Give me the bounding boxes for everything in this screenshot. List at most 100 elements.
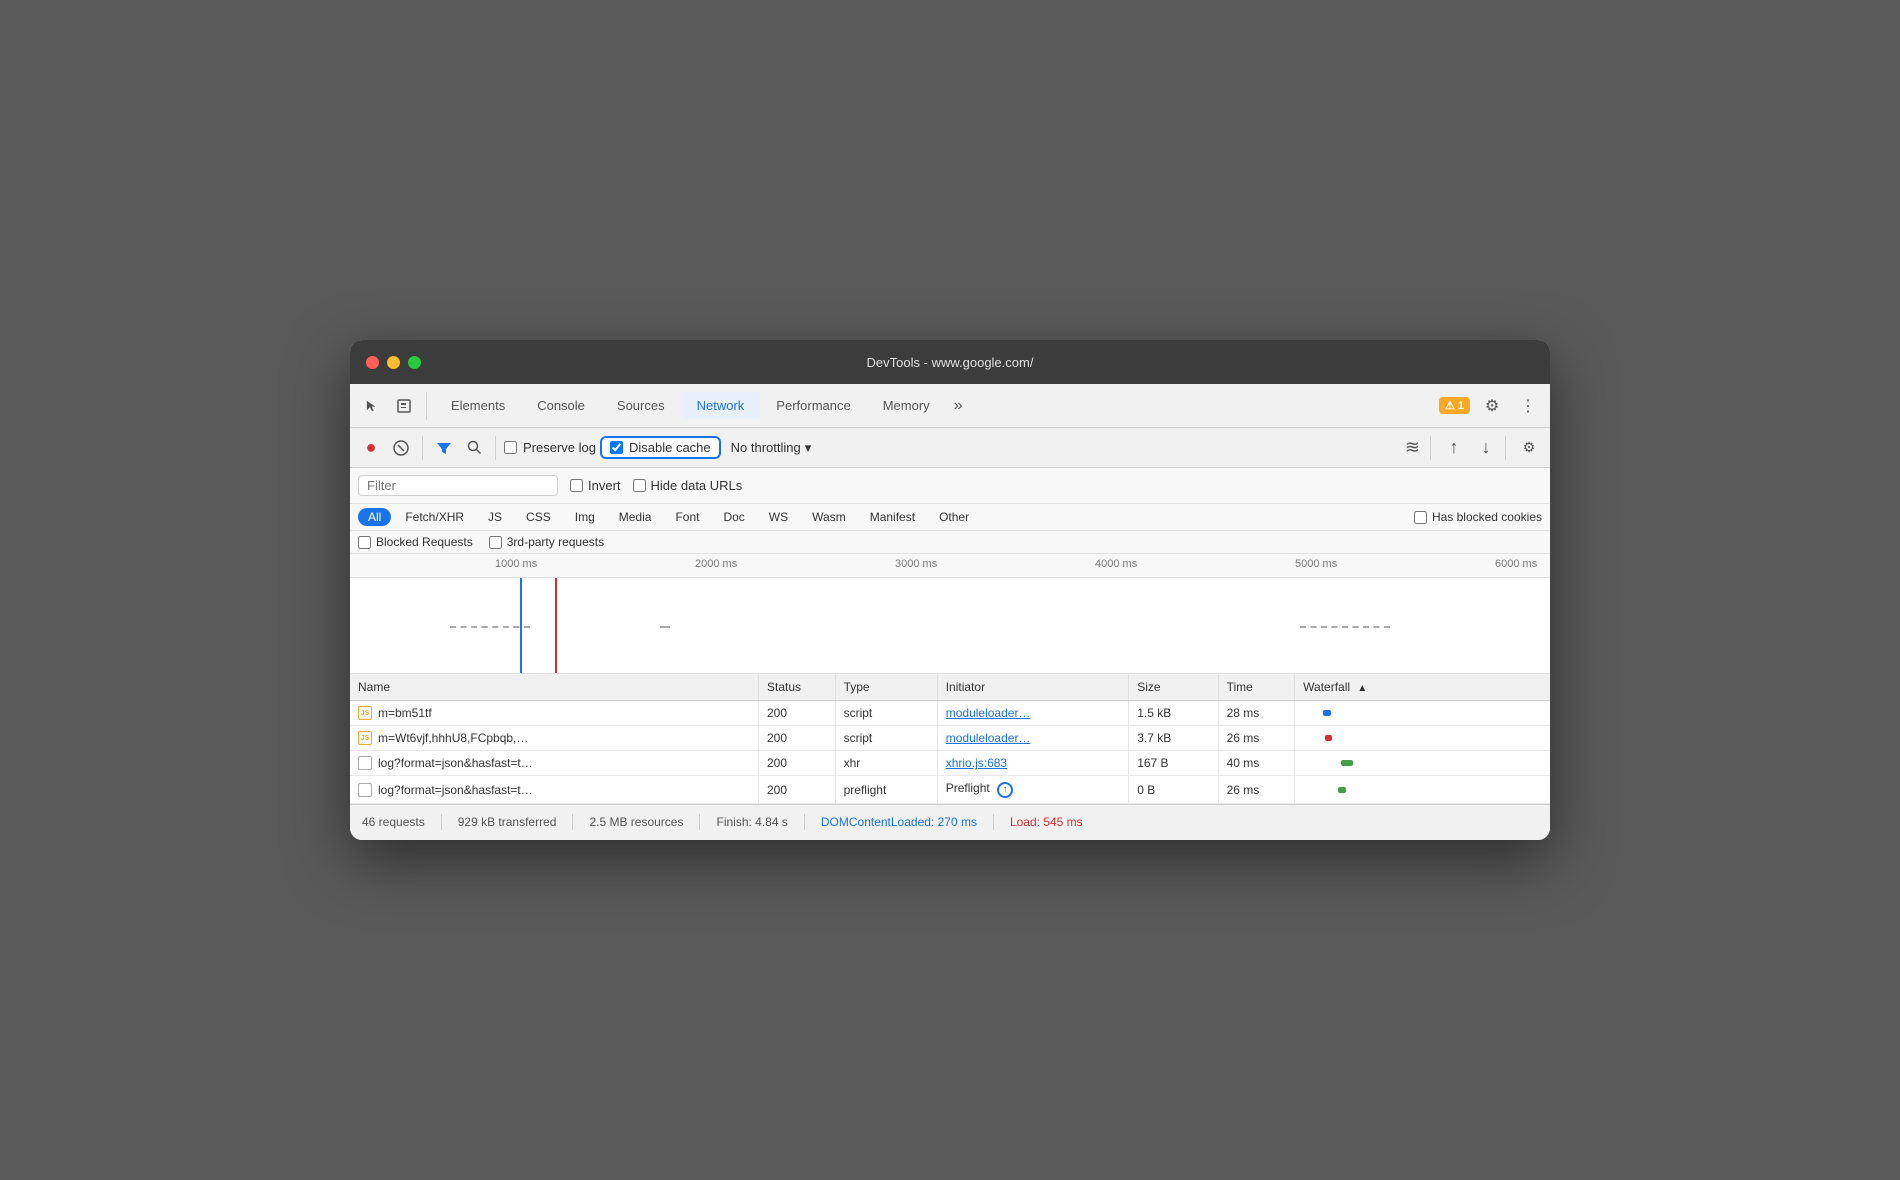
wifi-icon: ≋ [1405,437,1420,458]
badge-icon: ⚠ [1445,399,1455,412]
waterfall-bar-1 [1323,710,1331,716]
tabs-more-button[interactable]: » [946,393,971,419]
col-status[interactable]: Status [759,674,836,701]
resources-size: 2.5 MB resources [589,815,683,829]
type-filter-img[interactable]: Img [565,508,605,526]
row2-initiator-link[interactable]: moduleloader… [946,731,1031,745]
xhr-icon-2 [358,783,372,797]
row2-type: script [835,726,937,751]
export-har-button[interactable]: ↓ [1473,435,1499,461]
warning-badge[interactable]: ⚠ 1 [1439,397,1470,414]
record-button[interactable]: ● [358,435,384,461]
row4-status: 200 [759,776,836,804]
pointer-icon[interactable] [358,392,386,420]
filter-icon[interactable] [431,435,457,461]
timeline-dashed-2 [660,626,670,628]
row4-time: 26 ms [1218,776,1295,804]
preserve-log-checkbox[interactable] [504,441,517,454]
row1-waterfall [1295,701,1550,726]
row1-initiator-link[interactable]: moduleloader… [946,706,1031,720]
load-line [555,578,557,674]
has-blocked-cookies-toggle[interactable]: Has blocked cookies [1414,510,1542,524]
type-filter-fetch-xhr[interactable]: Fetch/XHR [395,508,474,526]
row1-size: 1.5 kB [1129,701,1218,726]
tab-console[interactable]: Console [521,392,601,419]
waterfall-sort-arrow: ▲ [1357,683,1367,694]
has-blocked-cookies-label: Has blocked cookies [1432,510,1542,524]
transferred-size: 929 kB transferred [458,815,557,829]
row1-type: script [835,701,937,726]
type-filter-ws[interactable]: WS [759,508,798,526]
badge-count: 1 [1458,400,1464,412]
table-row[interactable]: JS m=bm51tf 200 script moduleloader… 1.5… [350,701,1550,726]
table-row[interactable]: log?format=json&hasfast=t… 200 preflight… [350,776,1550,804]
hide-data-urls-checkbox[interactable] [633,479,646,492]
close-button[interactable] [366,356,379,369]
table-row[interactable]: log?format=json&hasfast=t… 200 xhr xhrio… [350,751,1550,776]
row4-size: 0 B [1129,776,1218,804]
row4-initiator: Preflight ↑ [937,776,1128,804]
network-settings-icon[interactable]: ⚙ [1516,435,1542,461]
import-har-button[interactable]: ↑ [1441,435,1467,461]
throttle-dropdown[interactable]: No throttling ▾ [725,438,818,458]
maximize-button[interactable] [408,356,421,369]
more-options-icon[interactable]: ⋮ [1514,392,1542,420]
col-size[interactable]: Size [1129,674,1218,701]
disable-cache-toggle[interactable]: Disable cache [600,436,721,459]
minimize-button[interactable] [387,356,400,369]
col-time[interactable]: Time [1218,674,1295,701]
throttle-arrow-icon: ▾ [805,440,812,456]
tab-performance[interactable]: Performance [760,392,866,419]
table-header-row: Name Status Type Initiator Size Time Wat… [350,674,1550,701]
tab-elements[interactable]: Elements [435,392,521,419]
col-initiator[interactable]: Initiator [937,674,1128,701]
blocked-requests-toggle[interactable]: Blocked Requests [358,535,473,549]
row4-name: log?format=json&hasfast=t… [378,783,533,797]
row2-size: 3.7 kB [1129,726,1218,751]
type-filter-wasm[interactable]: Wasm [802,508,856,526]
row3-name-cell: log?format=json&hasfast=t… [358,756,750,770]
tab-memory[interactable]: Memory [867,392,946,419]
type-filter-other[interactable]: Other [929,508,979,526]
settings-icon[interactable]: ⚙ [1478,392,1506,420]
third-party-toggle[interactable]: 3rd-party requests [489,535,604,549]
blocked-requests-checkbox[interactable] [358,536,371,549]
row2-name: m=Wt6vjf,hhhU8,FCpbqb,… [378,731,528,745]
stop-recording-button[interactable] [388,435,414,461]
window-title: DevTools - www.google.com/ [867,355,1034,370]
hide-data-urls-label: Hide data URLs [651,478,743,493]
type-filter-doc[interactable]: Doc [713,508,754,526]
type-filter-media[interactable]: Media [609,508,662,526]
type-filter-manifest[interactable]: Manifest [860,508,925,526]
inspect-icon[interactable] [390,392,418,420]
traffic-lights [366,356,421,369]
hide-data-urls-toggle[interactable]: Hide data URLs [633,478,743,493]
type-filter-all[interactable]: All [358,508,391,526]
tab-network[interactable]: Network [681,392,761,419]
invert-checkbox[interactable] [570,479,583,492]
col-waterfall[interactable]: Waterfall ▲ [1295,674,1550,701]
filter-input[interactable] [367,478,549,493]
tab-sources[interactable]: Sources [601,392,681,419]
col-name[interactable]: Name [350,674,759,701]
row4-name-cell: log?format=json&hasfast=t… [358,783,750,797]
timeline-mark-5000: 5000 ms [1295,558,1337,570]
timeline-section: 1000 ms 2000 ms 3000 ms 4000 ms 5000 ms … [350,554,1550,674]
table-row[interactable]: JS m=Wt6vjf,hhhU8,FCpbqb,… 200 script mo… [350,726,1550,751]
requests-count: 46 requests [362,815,425,829]
disable-cache-checkbox[interactable] [610,441,623,454]
type-filter-js[interactable]: JS [478,508,512,526]
has-blocked-cookies-checkbox[interactable] [1414,511,1427,524]
timeline-dashed-3 [1300,626,1390,628]
invert-filter-toggle[interactable]: Invert [570,478,621,493]
preserve-log-toggle[interactable]: Preserve log [504,440,596,455]
title-bar: DevTools - www.google.com/ [350,340,1550,384]
col-type[interactable]: Type [835,674,937,701]
waterfall-bar-2 [1325,735,1332,741]
row3-initiator-link[interactable]: xhrio.js:683 [946,756,1007,770]
search-icon[interactable] [461,435,487,461]
third-party-label: 3rd-party requests [507,535,604,549]
third-party-checkbox[interactable] [489,536,502,549]
type-filter-css[interactable]: CSS [516,508,561,526]
type-filter-font[interactable]: Font [665,508,709,526]
